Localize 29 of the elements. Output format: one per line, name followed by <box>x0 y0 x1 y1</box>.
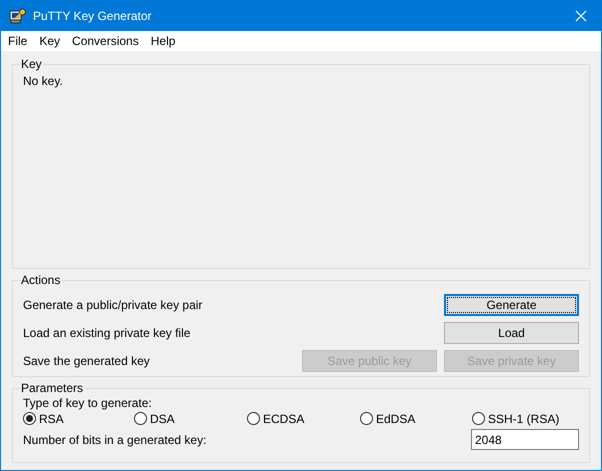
key-type-label: Type of key to generate: <box>23 396 153 410</box>
group-title: Actions <box>20 273 62 287</box>
computer-key-icon <box>9 8 27 24</box>
action-label: Load an existing private key file <box>23 326 192 340</box>
radio-label[interactable]: SSH-1 (RSA) <box>488 412 560 426</box>
action-button[interactable]: Load <box>444 322 579 344</box>
radio-label[interactable]: EdDSA <box>376 412 416 426</box>
radio-button[interactable] <box>247 412 260 425</box>
radio-button[interactable] <box>134 412 147 425</box>
menu-item[interactable]: File <box>8 34 28 48</box>
radio-button[interactable] <box>472 412 485 425</box>
radio-label[interactable]: DSA <box>150 412 175 426</box>
action-label: Generate a public/private key pair <box>23 298 204 312</box>
action-button[interactable]: Generate <box>444 294 579 316</box>
group-title: Parameters <box>20 381 84 395</box>
key-status-text: No key. <box>23 73 64 88</box>
action-label: Save the generated key <box>23 354 151 368</box>
window-title: PuTTY Key Generator <box>33 9 152 23</box>
radio-button[interactable] <box>360 412 373 425</box>
close-icon[interactable] <box>575 10 587 22</box>
radio-button[interactable] <box>23 412 36 425</box>
bits-label: Number of bits in a generated key: <box>23 432 206 446</box>
radio-label[interactable]: RSA <box>39 412 64 426</box>
group-title: Key <box>20 57 43 71</box>
bits-input-field[interactable]: 2048 <box>471 429 579 450</box>
menu-item[interactable]: Help <box>150 34 176 48</box>
menu-item[interactable]: Conversions <box>72 34 139 48</box>
menu-item[interactable]: Key <box>39 34 60 48</box>
radio-label[interactable]: ECDSA <box>263 412 304 426</box>
